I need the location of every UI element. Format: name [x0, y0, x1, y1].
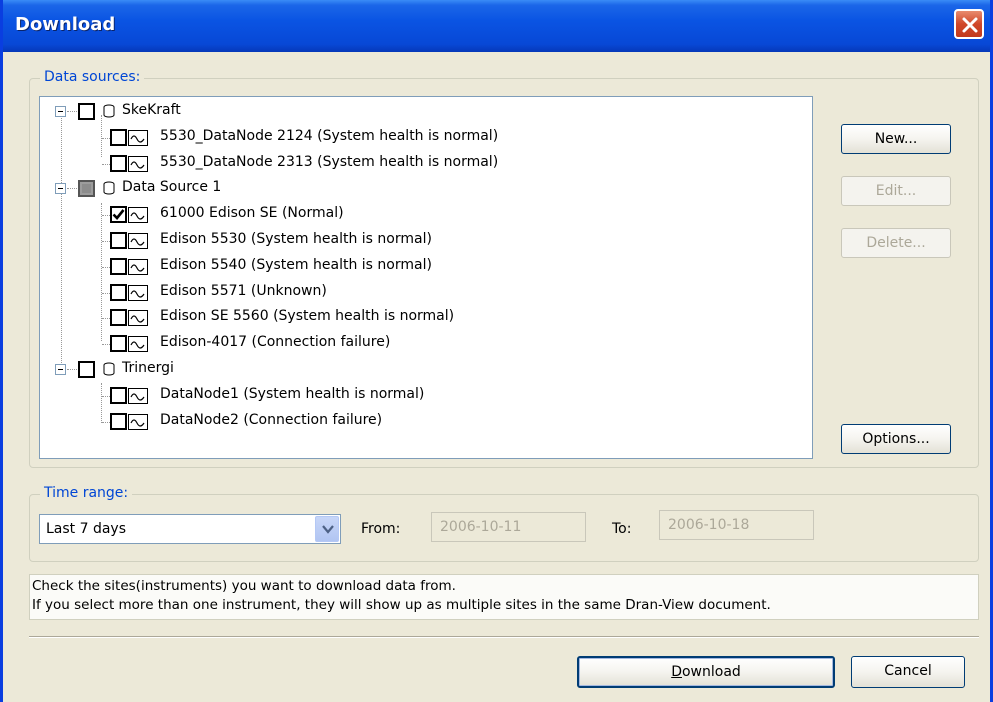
- instrument-icon: [128, 310, 148, 330]
- tree-group-row[interactable]: Data Source 1: [40, 177, 812, 199]
- data-sources-tree[interactable]: SkeKraft 5530_DataNode 2124 (System healt…: [39, 96, 813, 459]
- dropdown-button[interactable]: [315, 516, 339, 542]
- close-icon: [962, 17, 978, 33]
- tree-line: [102, 241, 110, 242]
- instrument-icon: [128, 387, 148, 408]
- new-button[interactable]: New...: [841, 124, 951, 154]
- item-label: Edison 5530 (System health is normal): [160, 231, 432, 247]
- instructions-text: Check the sites(instruments) you want to…: [29, 574, 979, 620]
- from-date-field[interactable]: 2006-10-11: [431, 512, 586, 542]
- title-bar[interactable]: Download: [3, 0, 990, 52]
- tree-group-row[interactable]: SkeKraft: [40, 100, 812, 122]
- item-checkbox[interactable]: [110, 386, 127, 404]
- chevron-down-icon: [322, 525, 334, 534]
- instrument-icon: [128, 207, 148, 227]
- download-label: ownload: [681, 664, 741, 680]
- collapse-icon[interactable]: [55, 183, 66, 195]
- tree-line: [102, 344, 110, 346]
- group-checkbox[interactable]: [78, 180, 95, 198]
- window-title: Download: [15, 14, 116, 35]
- tree-line: [67, 369, 77, 370]
- database-icon: [102, 181, 116, 199]
- group-label: SkeKraft: [122, 102, 181, 118]
- tree-item-row[interactable]: Edison 5530 (System health is normal): [40, 229, 812, 251]
- item-label: 61000 Edison SE (Normal): [160, 205, 344, 222]
- item-checkbox[interactable]: [110, 335, 127, 353]
- cancel-button[interactable]: Cancel: [851, 656, 965, 688]
- instrument-icon: [128, 155, 148, 176]
- tree-item-row[interactable]: 5530_DataNode 2313 (System health is nor…: [40, 152, 812, 174]
- item-label: Edison 5540 (System health is normal): [160, 256, 432, 273]
- tree-item-row[interactable]: Edison SE 5560 (System health is normal): [40, 306, 812, 328]
- close-button[interactable]: [954, 9, 984, 39]
- item-label: Edison 5571 (Unknown): [160, 282, 327, 299]
- to-date-field[interactable]: 2006-10-18: [659, 510, 814, 540]
- tree-item-row[interactable]: DataNode1 (System health is normal): [40, 384, 812, 406]
- tree-line: [102, 421, 110, 423]
- item-checkbox[interactable]: [110, 154, 127, 172]
- collapse-icon[interactable]: [55, 106, 66, 117]
- tree-item-row[interactable]: Edison-4017 (Connection failure): [40, 332, 812, 354]
- item-checkbox[interactable]: [110, 206, 127, 224]
- tree-line: [102, 163, 110, 165]
- time-range-select[interactable]: Last 7 days: [39, 514, 341, 544]
- instrument-icon: [128, 336, 148, 356]
- data-sources-label: Data sources:: [40, 69, 145, 85]
- item-label: 5530_DataNode 2124 (System health is nor…: [160, 127, 499, 144]
- tree-line: [67, 188, 77, 190]
- item-checkbox[interactable]: [110, 128, 127, 146]
- tree-item-row[interactable]: Edison 5571 (Unknown): [40, 281, 812, 303]
- tree-line: [102, 266, 110, 268]
- item-checkbox[interactable]: [110, 309, 127, 327]
- download-dialog: Download Data sources: SkeKraft 5530_Data…: [0, 0, 993, 702]
- tree-line: [102, 137, 110, 139]
- item-label: DataNode2 (Connection failure): [160, 411, 383, 428]
- group-checkbox[interactable]: [78, 103, 95, 120]
- group-checkbox[interactable]: [78, 361, 95, 378]
- tree-item-row[interactable]: Edison 5540 (System health is normal): [40, 255, 812, 277]
- tree-item-row[interactable]: 5530_DataNode 2124 (System health is nor…: [40, 126, 812, 148]
- item-checkbox[interactable]: [110, 412, 127, 430]
- instrument-icon: [128, 413, 148, 434]
- item-checkbox[interactable]: [110, 283, 127, 301]
- time-range-value: Last 7 days: [46, 521, 127, 537]
- download-mnemonic: D: [671, 664, 682, 680]
- instructions-line-1: Check the sites(instruments) you want to…: [32, 578, 456, 594]
- item-label: DataNode1 (System health is normal): [160, 385, 425, 402]
- to-label: To:: [612, 521, 632, 537]
- item-checkbox[interactable]: [110, 257, 127, 275]
- instrument-icon: [128, 258, 148, 279]
- tree-line: [102, 395, 110, 397]
- from-label: From:: [361, 521, 401, 537]
- instructions-line-2: If you select more than one instrument, …: [32, 597, 771, 613]
- instrument-icon: [128, 233, 148, 253]
- tree-line: [67, 111, 77, 112]
- item-label: 5530_DataNode 2313 (System health is nor…: [160, 153, 499, 170]
- group-label: Trinergi: [122, 360, 174, 376]
- item-checkbox[interactable]: [110, 232, 127, 249]
- database-icon: [102, 362, 116, 380]
- tree-group-row[interactable]: Trinergi: [40, 358, 812, 380]
- group-label: Data Source 1: [122, 179, 222, 196]
- checkmark-icon: [112, 209, 125, 221]
- download-button[interactable]: Download: [577, 656, 835, 688]
- instrument-icon: [128, 284, 148, 305]
- collapse-icon[interactable]: [55, 364, 66, 375]
- edit-button[interactable]: Edit...: [841, 176, 951, 206]
- tree-item-row[interactable]: DataNode2 (Connection failure): [40, 410, 812, 432]
- item-label: Edison-4017 (Connection failure): [160, 334, 391, 351]
- time-range-label: Time range:: [40, 485, 133, 501]
- tree-line: [102, 318, 110, 320]
- options-button[interactable]: Options...: [841, 424, 951, 454]
- delete-button[interactable]: Delete...: [841, 228, 951, 258]
- tree-item-row[interactable]: 61000 Edison SE (Normal): [40, 203, 812, 225]
- tree-line: [102, 215, 110, 217]
- tree-line: [102, 292, 110, 294]
- footer-separator: [29, 636, 979, 638]
- instrument-icon: [128, 129, 148, 150]
- item-label: Edison SE 5560 (System health is normal): [160, 308, 455, 325]
- database-icon: [102, 104, 116, 122]
